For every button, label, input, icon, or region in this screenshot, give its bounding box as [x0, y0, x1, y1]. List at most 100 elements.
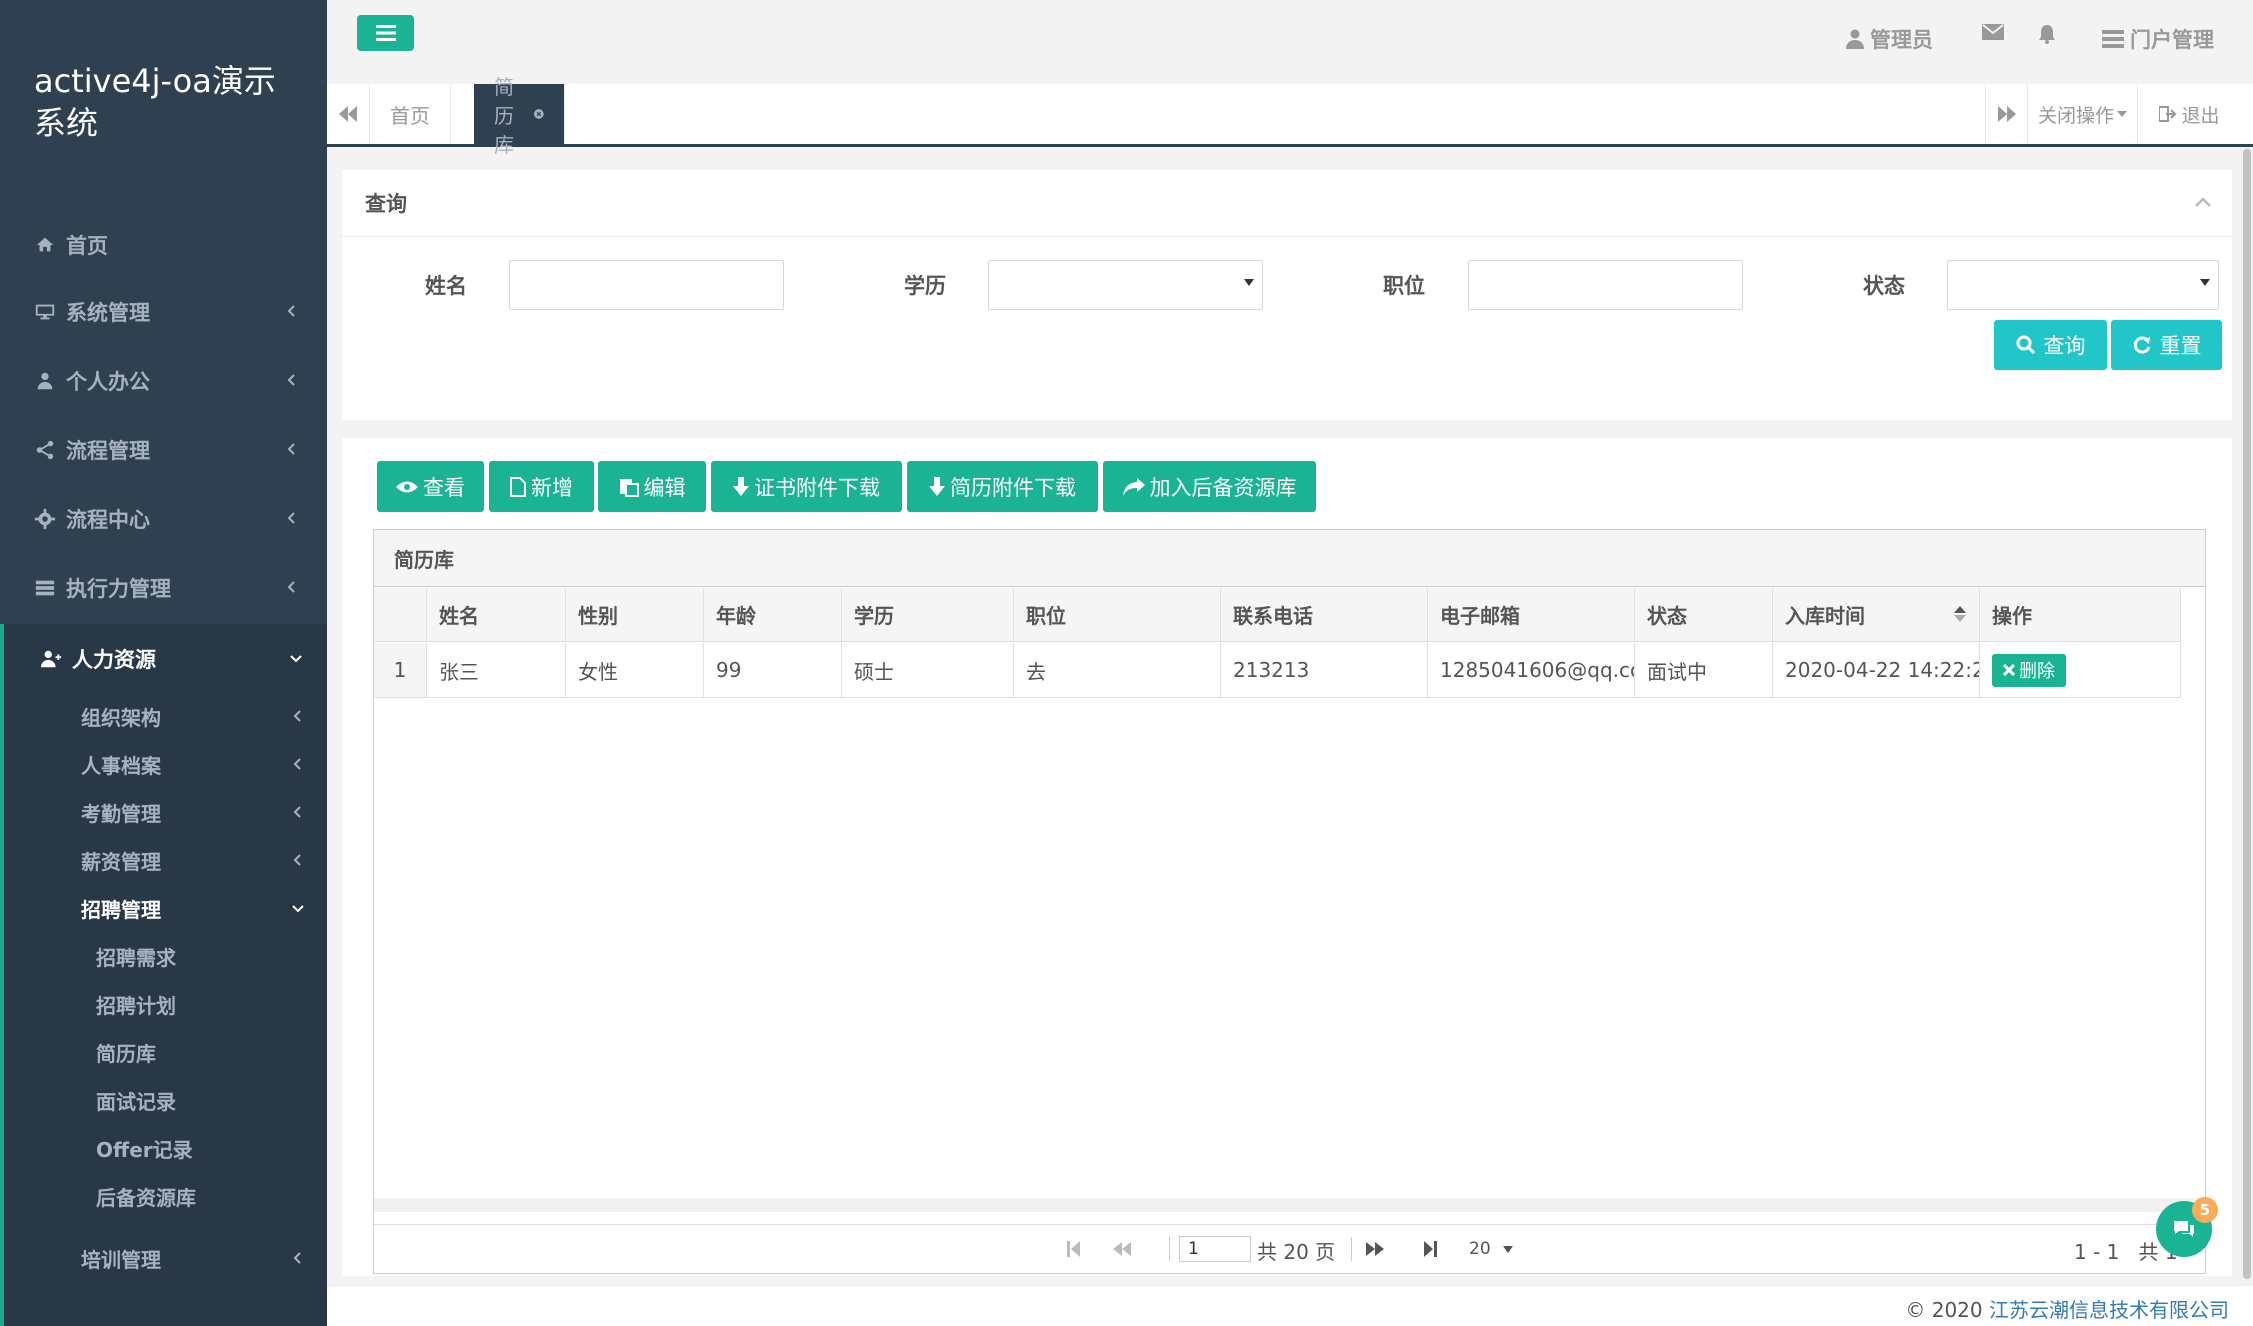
sidebar-item-personal[interactable]: 个人办公 [0, 356, 327, 406]
pager-separator [1351, 1237, 1352, 1261]
grid-header-position[interactable]: 职位 [1014, 588, 1221, 642]
grid-cell-education[interactable]: 硕士 [842, 643, 1014, 698]
arrow-down-icon [929, 477, 945, 497]
times-icon [2003, 664, 2015, 676]
sidebar-item-label: 个人办公 [66, 366, 150, 396]
refresh-icon [2132, 335, 2152, 355]
add-button[interactable]: 新增 [489, 461, 594, 512]
portal-management[interactable]: 门户管理 [2102, 24, 2214, 54]
user-plus-icon [40, 648, 62, 670]
grid-caption: 简历库 [374, 530, 2205, 587]
sidebar-leaf-resume-library[interactable]: 简历库 [4, 1030, 327, 1074]
sidebar-sub-salary[interactable]: 薪资管理 [4, 838, 327, 882]
next-page-icon[interactable] [1365, 1239, 1385, 1259]
grid-cell-rownum: 1 [374, 643, 427, 698]
sidebar-sub-label: 薪资管理 [81, 846, 161, 875]
last-page-icon[interactable] [1423, 1239, 1437, 1259]
caret-down-icon [2117, 111, 2127, 117]
grid-header-email[interactable]: 电子邮箱 [1428, 588, 1635, 642]
grid-header-gender[interactable]: 性别 [566, 588, 704, 642]
sidebar-sub-recruit[interactable]: 招聘管理 [4, 886, 327, 930]
grid-cell-status[interactable]: 面试中 [1635, 643, 1773, 698]
grid-header-age[interactable]: 年龄 [704, 588, 842, 642]
user-menu[interactable]: 管理员 [1846, 24, 1933, 54]
portal-label: 门户管理 [2130, 24, 2214, 54]
sidebar-item-execution[interactable]: 执行力管理 [0, 563, 327, 613]
name-input[interactable] [509, 260, 784, 310]
grid-header-education[interactable]: 学历 [842, 588, 1014, 642]
cert-download-button[interactable]: 证书附件下载 [711, 461, 902, 512]
sidebar-leaf-interview-records[interactable]: 面试记录 [4, 1078, 327, 1122]
grid-header-entry-time[interactable]: 入库时间 [1773, 588, 1980, 642]
sidebar: active4j-oa演示系统 首页 系统管理 个人办公 流程管理 流程中心 执… [0, 0, 327, 1326]
page-number-input[interactable]: 1 [1179, 1236, 1251, 1262]
messages-button[interactable] [1982, 24, 2010, 40]
add-to-reserve-label: 加入后备资源库 [1150, 472, 1297, 502]
add-to-reserve-button[interactable]: 加入后备资源库 [1103, 461, 1316, 512]
notifications-button[interactable] [2037, 24, 2063, 44]
resume-download-button[interactable]: 简历附件下载 [907, 461, 1098, 512]
tab-home[interactable]: 首页 [370, 84, 451, 144]
sidebar-leaf-reserve-pool[interactable]: 后备资源库 [4, 1174, 327, 1218]
sort-icon[interactable] [1953, 605, 1967, 623]
menu-toggle-button[interactable] [357, 15, 414, 51]
edit-button[interactable]: 编辑 [598, 461, 706, 512]
position-input[interactable] [1468, 260, 1743, 310]
hr-submenu: 人力资源 组织架构 人事档案 考勤管理 薪资管理 招聘管理 招聘需求 招聘计划 … [0, 624, 327, 1326]
status-select[interactable] [1947, 260, 2219, 310]
sign-out-icon [2159, 106, 2177, 122]
chat-button[interactable]: 5 [2156, 1201, 2212, 1257]
grid-cell-age[interactable]: 99 [704, 643, 842, 698]
grid-cell-entry-time[interactable]: 2020-04-22 14:22:25 [1773, 643, 1980, 698]
grid-cell-name[interactable]: 张三 [427, 643, 566, 698]
sidebar-sub-org[interactable]: 组织架构 [4, 694, 327, 738]
page-scrollbar[interactable] [2241, 147, 2253, 1285]
sidebar-sub-label: 培训管理 [81, 1244, 161, 1273]
grid-header-phone[interactable]: 联系电话 [1221, 588, 1428, 642]
reset-button[interactable]: 重置 [2111, 320, 2222, 370]
prev-page-icon[interactable] [1112, 1239, 1132, 1259]
sidebar-item-system[interactable]: 系统管理 [0, 287, 327, 337]
sidebar-leaf-recruit-demand[interactable]: 招聘需求 [4, 934, 327, 978]
page-size-select[interactable]: 20 [1469, 1236, 1513, 1262]
delete-button[interactable]: 删除 [1992, 654, 2066, 687]
sidebar-item-process-mgmt[interactable]: 流程管理 [0, 425, 327, 475]
sidebar-sub-training[interactable]: 培训管理 [4, 1236, 327, 1280]
tab-resume-library[interactable]: 简历库 [474, 84, 565, 144]
search-button-label: 查询 [2044, 330, 2086, 360]
sidebar-leaf-label: 面试记录 [96, 1086, 176, 1115]
chevron-up-icon[interactable] [2194, 196, 2212, 208]
company-link[interactable]: 江苏云潮信息技术有限公司 [1989, 1298, 2229, 1322]
view-button[interactable]: 查看 [377, 461, 484, 512]
close-operations-dropdown[interactable]: 关闭操作 [2027, 84, 2137, 144]
sidebar-leaf-offer-records[interactable]: Offer记录 [4, 1126, 327, 1170]
sidebar-item-home[interactable]: 首页 [0, 220, 327, 270]
search-button[interactable]: 查询 [1994, 320, 2107, 370]
chevron-down-icon [291, 901, 305, 915]
education-select[interactable] [988, 260, 1263, 310]
close-circle-icon[interactable] [534, 106, 544, 122]
sidebar-item-hr[interactable]: 人力资源 [4, 634, 327, 684]
grid-horizontal-scrollbar[interactable] [374, 1198, 2205, 1212]
sidebar-sub-attendance[interactable]: 考勤管理 [4, 790, 327, 834]
copyright-text: © 2020 [1905, 1298, 1982, 1322]
close-ops-label: 关闭操作 [2038, 101, 2114, 128]
grid-cell-phone[interactable]: 213213 [1221, 643, 1428, 698]
grid-cell-email[interactable]: 1285041606@qq.com [1428, 643, 1635, 698]
grid-cell-gender[interactable]: 女性 [566, 643, 704, 698]
sidebar-item-process-center[interactable]: 流程中心 [0, 494, 327, 544]
scrollbar-thumb[interactable] [2243, 149, 2251, 1279]
grid-cell-position[interactable]: 去 [1014, 643, 1221, 698]
backward-icon [339, 106, 357, 122]
first-page-icon[interactable] [1067, 1239, 1081, 1259]
grid-header-status[interactable]: 状态 [1635, 588, 1773, 642]
sidebar-sub-personnel[interactable]: 人事档案 [4, 742, 327, 786]
tabs-scroll-left-button[interactable] [327, 84, 370, 144]
sidebar-leaf-recruit-plan[interactable]: 招聘计划 [4, 982, 327, 1026]
tasks-icon [2102, 30, 2124, 48]
tasks-icon [34, 577, 56, 599]
tab-label: 首页 [390, 100, 430, 129]
tabs-scroll-right-button[interactable] [1985, 84, 2027, 144]
grid-header-name[interactable]: 姓名 [427, 588, 566, 642]
logout-button[interactable]: 退出 [2137, 84, 2241, 144]
